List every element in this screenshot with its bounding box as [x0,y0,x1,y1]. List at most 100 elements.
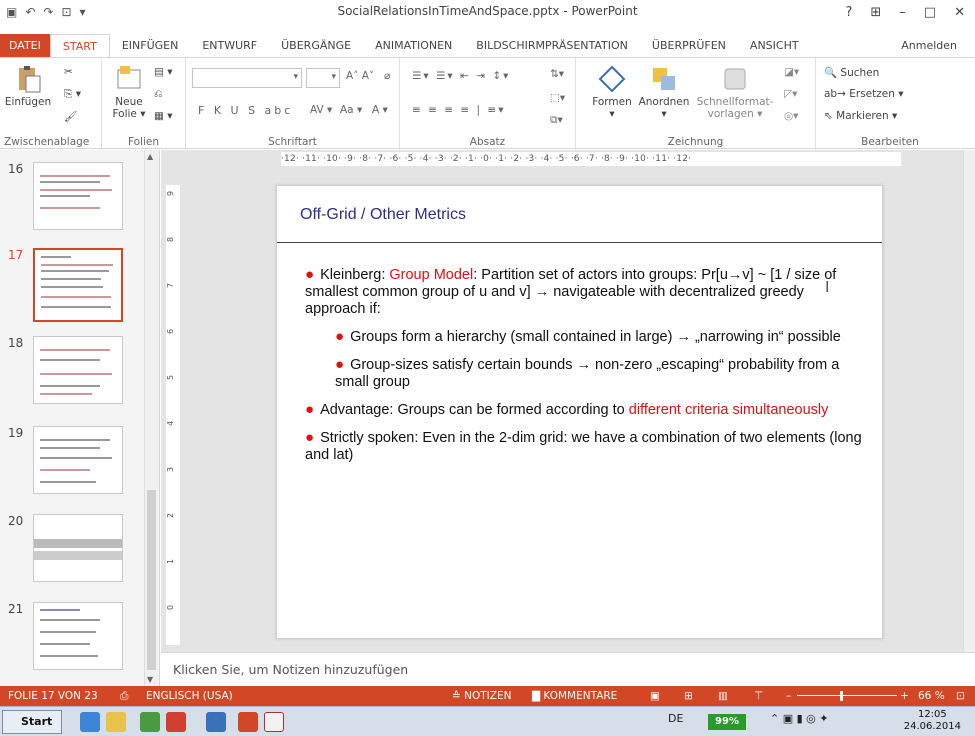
paste-button[interactable]: Einfügen [4,64,52,108]
shape-effects-icon[interactable]: ◎▾ [784,110,798,122]
new-slide-button[interactable]: Neue Folie ▾ [110,64,148,120]
redo-icon[interactable]: ↷ [43,5,53,19]
bullet-2: ● Groups form a hierarchy (small containe… [335,328,865,346]
chrome-icon[interactable] [140,712,160,732]
shape-fill-icon[interactable]: ◪▾ [784,66,799,78]
tab-start[interactable]: START [49,33,110,59]
grow-font-icon[interactable]: A˄ A˅ [346,70,374,82]
normal-view-icon[interactable]: ▣ [650,690,660,702]
slide-body[interactable]: ● Kleinberg: Group Model: Partition set o… [305,266,865,474]
help-button[interactable]: ? [845,5,852,20]
copy-icon[interactable]: ⎘ ▾ [64,88,81,101]
ribbon-display-icon[interactable]: ⊞ [870,5,881,20]
thumbnail-slide-17[interactable] [33,248,123,322]
zoom-level[interactable]: 66 % [918,690,945,702]
fit-slide-icon[interactable]: ⊡ [956,690,965,702]
find-button[interactable]: 🔍 Suchen [824,66,879,79]
explorer-icon[interactable] [106,712,126,732]
start-presentation-icon[interactable]: ⊡ [61,5,71,19]
tab-design[interactable]: ENTWURF [190,34,269,58]
layout-icon[interactable]: ▤ ▾ [154,66,173,78]
tab-insert[interactable]: EINFÜGEN [110,34,191,58]
tray-icons[interactable]: ⌃ ▣ ▮ ◎ ✦ [770,712,828,725]
scrollbar-thumb[interactable] [147,490,156,670]
format-painter-icon[interactable]: 🖌 [64,110,77,123]
ie-icon[interactable] [80,712,100,732]
font-group: ▾ ▾ A˄ A˅ ⌀ F K U S abc AV ▾ Aa ▾ A ▾ Sc… [186,58,400,150]
font-size-combo[interactable]: ▾ [306,68,340,88]
editor-scrollbar[interactable] [963,150,975,652]
thumbnail-slide-20[interactable] [33,514,123,582]
arrange-button[interactable]: Anordnen ▾ [636,64,692,120]
scroll-down-icon[interactable]: ▼ [147,675,153,684]
char-spacing-icon[interactable]: AV ▾ [310,104,332,116]
slide-canvas[interactable]: Off-Grid / Other Metrics I ● Kleinberg: G… [276,185,883,639]
zoom-out-icon[interactable]: – [786,690,791,702]
comments-button[interactable]: ▇ KOMMENTARE [532,690,617,702]
font-format-buttons[interactable]: F K U S abc [198,104,293,117]
language-indicator[interactable]: ENGLISCH (USA) [146,690,233,702]
smartart-icon[interactable]: ⧉▾ [550,114,563,127]
battery-indicator[interactable]: 99% [708,714,746,730]
tab-review[interactable]: ÜBERPRÜFEN [640,34,738,58]
thumbnail-slide-18[interactable] [33,336,123,404]
firefox-icon[interactable] [166,712,186,732]
cut-icon[interactable]: ✂ [64,66,73,78]
select-label: Markieren [836,110,889,122]
thumbnail-slide-21[interactable] [33,602,123,670]
undo-icon[interactable]: ↶ [25,5,35,19]
close-button[interactable]: ✕ [954,5,965,20]
signin-link[interactable]: Anmelden [901,39,957,52]
text-direction-icon[interactable]: ⇅▾ [550,68,564,80]
spellcheck-icon[interactable]: ⎙ [120,690,128,703]
zoom-slider-knob[interactable] [840,691,843,701]
align-buttons-icon[interactable]: ≡ ≡ ≡ ≡ | ≡▾ [412,104,506,116]
tab-view[interactable]: ANSICHT [738,34,811,58]
replace-button[interactable]: ab→ Ersetzen ▾ [824,88,903,100]
notes-button[interactable]: ≙ NOTIZEN [452,690,511,702]
slide-title[interactable]: Off-Grid / Other Metrics [300,206,466,224]
tab-slideshow[interactable]: BILDSCHIRMPRÄSENTATION [464,34,640,58]
title-divider [277,242,882,243]
pdf-icon[interactable] [264,712,284,732]
minimize-button[interactable]: – [899,5,906,20]
app-icon-5[interactable] [206,712,226,732]
thumbnail-slide-16[interactable] [33,162,123,230]
tab-file[interactable]: DATEI [0,34,50,58]
slideshow-icon[interactable]: ⊤ [754,690,763,702]
reading-view-icon[interactable]: ▥ [718,690,728,702]
zoom-in-icon[interactable]: + [900,690,909,702]
scroll-up-icon[interactable]: ▲ [147,152,153,161]
slide-sorter-icon[interactable]: ⊞ [684,690,693,702]
reset-icon[interactable]: ⎌ [154,88,162,101]
thumbnails-scrollbar[interactable]: ▲ ▼ [144,150,158,686]
app-icon[interactable]: ▣ [6,5,17,19]
tab-animations[interactable]: ANIMATIONEN [363,34,464,58]
customize-icon[interactable]: ▾ [80,5,86,19]
slides-group-label: Folien [127,136,160,148]
thumb-number-19: 19 [8,426,24,440]
list-buttons-icon[interactable]: ☰▾ ☰▾ ⇤ ⇥ ↕▾ [412,70,510,82]
notes-placeholder[interactable]: Klicken Sie, um Notizen hinzuzufügen [173,662,408,677]
clock[interactable]: 12:05 24.06.2014 [904,709,961,733]
find-label: Suchen [840,67,880,79]
shapes-button[interactable]: Formen ▾ [592,64,632,120]
section-icon[interactable]: ▦ ▾ [154,110,173,122]
clear-format-icon[interactable]: ⌀ [384,70,390,82]
powerpoint-taskbar-icon[interactable] [238,712,258,732]
start-button[interactable]: Start [2,710,62,734]
quick-styles-button[interactable]: Schnellformat- vorlagen ▾ [694,64,776,120]
tab-transitions[interactable]: ÜBERGÄNGE [269,34,363,58]
maximize-button[interactable]: □ [924,5,936,20]
font-color-icon[interactable]: A ▾ [372,104,388,116]
bullet-4-highlight: different criteria simultaneously [628,402,829,418]
input-language[interactable]: DE [668,712,683,725]
shape-outline-icon[interactable]: ◸▾ [784,88,797,100]
thumbnail-slide-19[interactable] [33,426,123,494]
zoom-slider[interactable] [797,695,897,696]
align-text-icon[interactable]: ⬚▾ [550,92,565,104]
change-case-button[interactable]: Aa ▾ [340,104,362,116]
notes-pane[interactable]: Klicken Sie, um Notizen hinzuzufügen [161,652,975,686]
select-button[interactable]: ⇖ Markieren ▾ [824,110,897,122]
font-name-combo[interactable]: ▾ [192,68,302,88]
